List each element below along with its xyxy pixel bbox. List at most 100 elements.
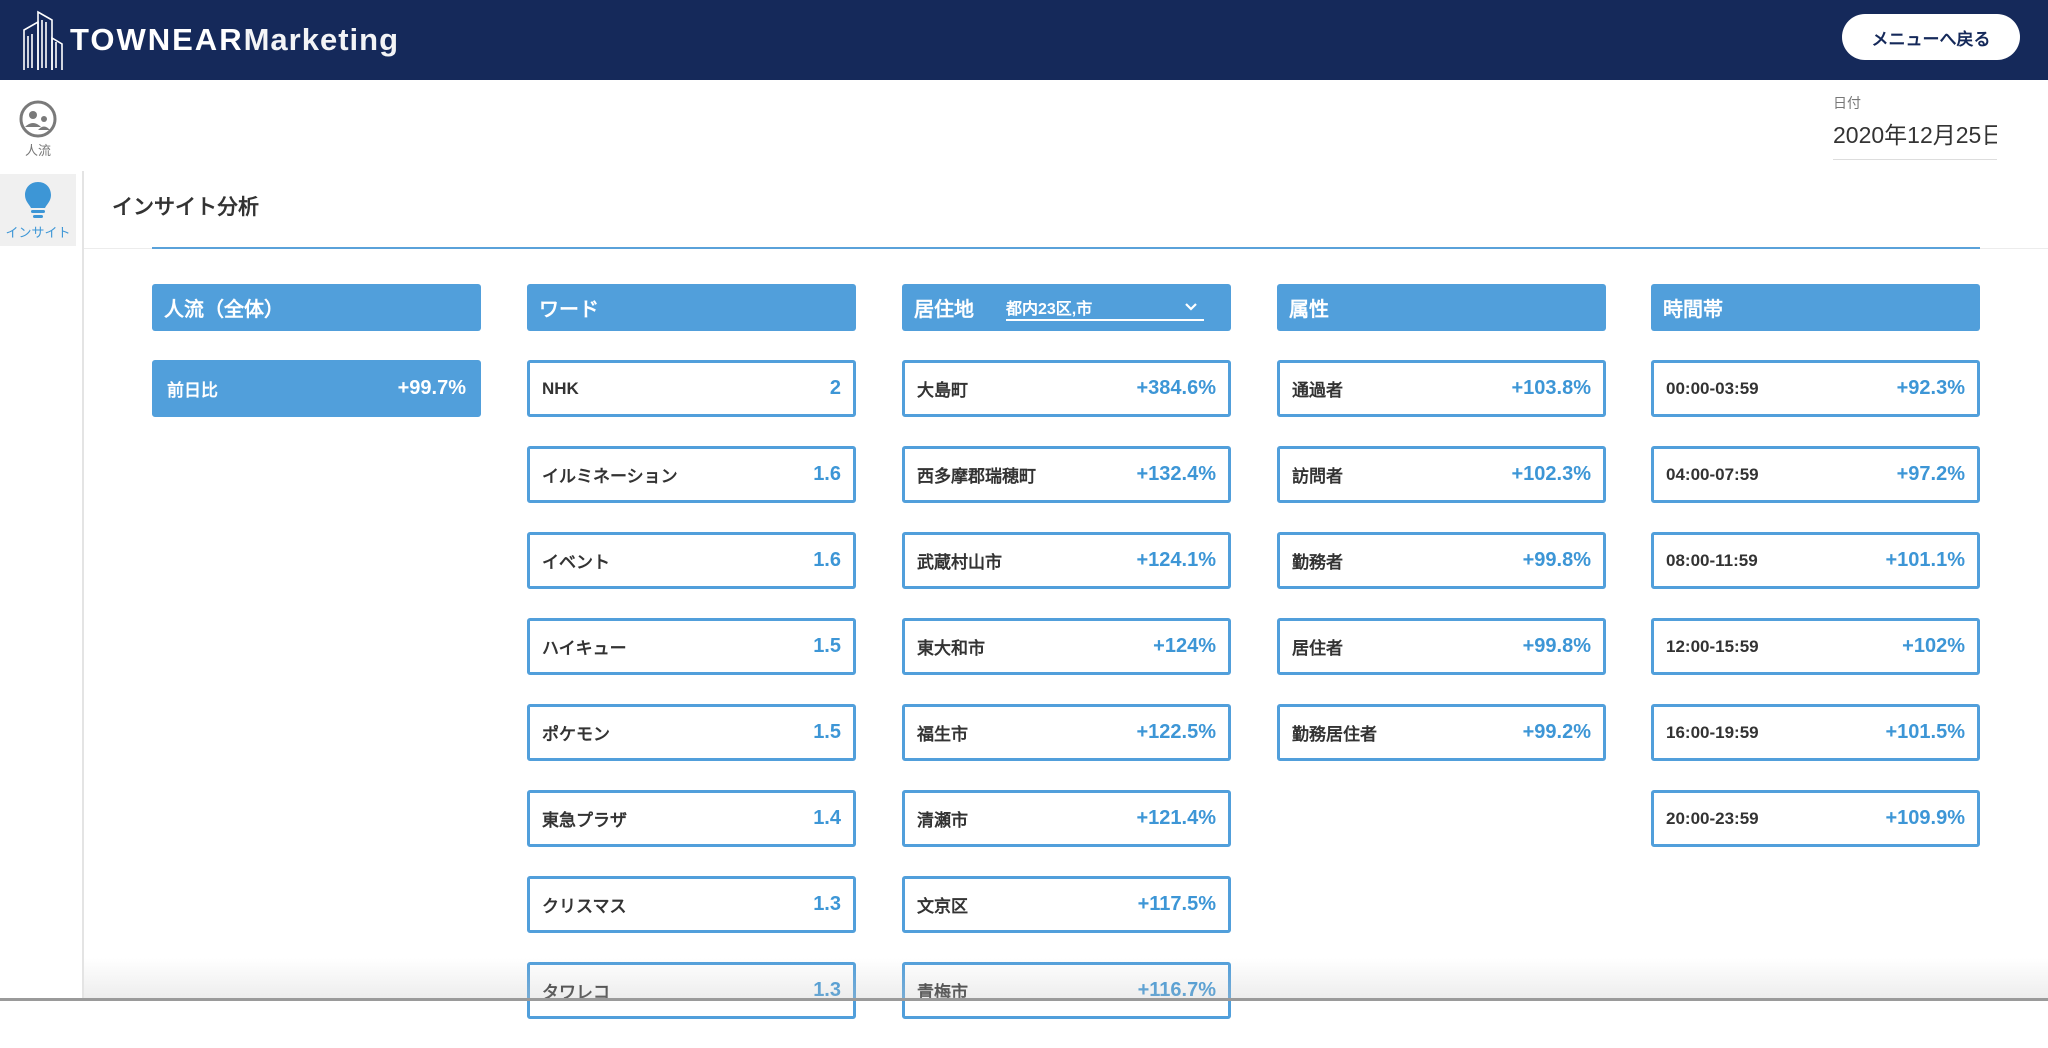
card-name: ポケモン xyxy=(542,725,610,744)
card-value: +132.4% xyxy=(1136,463,1216,485)
column-residence-header: 居住地 都内23区,市 xyxy=(902,284,1231,331)
timeslot-card[interactable]: 16:00-19:59 +101.5% xyxy=(1651,704,1980,761)
residence-card[interactable]: 福生市 +122.5% xyxy=(902,704,1231,761)
residence-card[interactable]: 清瀬市 +121.4% xyxy=(902,790,1231,847)
card-name: 東急プラザ xyxy=(542,811,627,830)
building-logo-icon xyxy=(23,10,63,70)
card-name: 居住者 xyxy=(1292,639,1343,658)
residence-card[interactable]: 東大和市 +124% xyxy=(902,618,1231,675)
column-attributes-list: 通過者 +103.8% 訪問者 +102.3% 勤務者 +99.8% 居住者 +99.8… xyxy=(1277,360,1606,761)
card-name: 西多摩郡瑞穂町 xyxy=(917,467,1036,486)
card-value: +99.2% xyxy=(1522,721,1591,743)
card-value: +92.3% xyxy=(1896,377,1965,399)
word-card[interactable]: イベント 1.6 xyxy=(527,532,856,589)
residence-area-select[interactable]: 都内23区,市 xyxy=(1006,295,1204,321)
attribute-card[interactable]: 勤務居住者 +99.2% xyxy=(1277,704,1606,761)
card-name: 16:00-19:59 xyxy=(1666,722,1759,742)
card-name: 東大和市 xyxy=(917,639,985,658)
attribute-card[interactable]: 居住者 +99.8% xyxy=(1277,618,1606,675)
flow-card-day-over-day[interactable]: 前日比 +99.7% xyxy=(152,360,481,417)
word-card[interactable]: イルミネーション 1.6 xyxy=(527,446,856,503)
card-value: +103.8% xyxy=(1511,377,1591,399)
sidebar-item-insight-label: インサイト xyxy=(5,225,71,240)
residence-card[interactable]: 大島町 +384.6% xyxy=(902,360,1231,417)
column-words-header: ワード xyxy=(527,284,856,331)
logo-wordmark: TOWNEARMarketing xyxy=(70,22,399,58)
card-name: 大島町 xyxy=(917,381,968,400)
card-name: 20:00-23:59 xyxy=(1666,808,1759,828)
sidebar-item-insight[interactable]: インサイト xyxy=(0,174,76,246)
card-value: 1.5 xyxy=(813,635,841,657)
column-timeslots: 時間帯 00:00-03:59 +92.3% 04:00-07:59 +97.2% … xyxy=(1651,284,1980,876)
column-flow-header: 人流（全体） xyxy=(152,284,481,331)
sidebar-item-flow[interactable]: 人流 xyxy=(0,100,76,162)
card-value: 1.6 xyxy=(813,549,841,571)
card-name: 00:00-03:59 xyxy=(1666,378,1759,398)
sidebar-divider xyxy=(82,171,84,1001)
card-name: ハイキュー xyxy=(542,639,627,658)
residence-card[interactable]: 青梅市 +116.7% xyxy=(902,962,1231,1019)
title-divider xyxy=(152,247,1980,249)
word-card[interactable]: NHK 2 xyxy=(527,360,856,417)
residence-card[interactable]: 西多摩郡瑞穂町 +132.4% xyxy=(902,446,1231,503)
date-label: 日付 xyxy=(1833,95,1861,111)
card-name: 武蔵村山市 xyxy=(917,553,1002,572)
card-value: +117.5% xyxy=(1137,893,1216,915)
timeslot-card[interactable]: 12:00-15:59 +102% xyxy=(1651,618,1980,675)
card-name: 前日比 xyxy=(167,381,218,400)
card-name: イルミネーション xyxy=(542,467,678,486)
column-timeslots-list: 00:00-03:59 +92.3% 04:00-07:59 +97.2% 08:0… xyxy=(1651,360,1980,847)
column-flow-list: 前日比 +99.7% xyxy=(152,360,481,417)
word-card[interactable]: ハイキュー 1.5 xyxy=(527,618,856,675)
logo-wordmark-sub: Marketing xyxy=(243,22,400,57)
column-flow: 人流（全体） 前日比 +99.7% xyxy=(152,284,481,446)
card-value: +384.6% xyxy=(1136,377,1216,399)
card-name: NHK xyxy=(542,378,579,398)
card-name: クリスマス xyxy=(542,897,627,916)
attribute-card[interactable]: 通過者 +103.8% xyxy=(1277,360,1606,417)
card-value: +124% xyxy=(1153,635,1216,657)
card-value: +121.4% xyxy=(1136,807,1216,829)
back-to-menu-button[interactable]: メニューへ戻る xyxy=(1842,14,2020,60)
card-value: 1.6 xyxy=(813,463,841,485)
attribute-card[interactable]: 勤務者 +99.8% xyxy=(1277,532,1606,589)
person-group-icon xyxy=(19,100,57,138)
residence-card[interactable]: 文京区 +117.5% xyxy=(902,876,1231,933)
column-words-list: NHK 2 イルミネーション 1.6 イベント 1.6 ハイキュー 1.5 ポケモン 1.… xyxy=(527,360,856,1019)
attribute-card[interactable]: 訪問者 +102.3% xyxy=(1277,446,1606,503)
card-value: +99.7% xyxy=(397,377,466,399)
card-name: 通過者 xyxy=(1292,381,1343,400)
column-residence-title: 居住地 xyxy=(914,299,974,321)
date-input[interactable]: 2020年12月25日 xyxy=(1833,116,1997,160)
sidebar-item-flow-label: 人流 xyxy=(24,143,51,158)
card-value: 1.4 xyxy=(813,807,841,829)
card-value: +97.2% xyxy=(1896,463,1965,485)
word-card[interactable]: クリスマス 1.3 xyxy=(527,876,856,933)
card-name: 勤務者 xyxy=(1292,553,1343,572)
card-value: +99.8% xyxy=(1522,635,1591,657)
timeslot-card[interactable]: 04:00-07:59 +97.2% xyxy=(1651,446,1980,503)
top-header: TOWNEARMarketing メニューへ戻る xyxy=(0,0,2048,80)
card-name: 文京区 xyxy=(917,897,968,916)
card-name: 訪問者 xyxy=(1292,467,1343,486)
residence-area-select-value: 都内23区,市 xyxy=(1006,300,1093,318)
card-value: 1.3 xyxy=(813,893,841,915)
word-card[interactable]: 東急プラザ 1.4 xyxy=(527,790,856,847)
residence-card[interactable]: 武蔵村山市 +124.1% xyxy=(902,532,1231,589)
word-card[interactable]: タワレコ 1.3 xyxy=(527,962,856,1019)
timeslot-card[interactable]: 20:00-23:59 +109.9% xyxy=(1651,790,1980,847)
card-name: 清瀬市 xyxy=(917,811,968,830)
logo-wordmark-main: TOWNEAR xyxy=(70,22,244,57)
card-name: 福生市 xyxy=(917,725,968,744)
column-attributes-header: 属性 xyxy=(1277,284,1606,331)
column-words: ワード NHK 2 イルミネーション 1.6 イベント 1.6 ハイキュー 1.5 ポケ… xyxy=(527,284,856,1048)
card-value: +102.3% xyxy=(1511,463,1591,485)
column-attributes: 属性 通過者 +103.8% 訪問者 +102.3% 勤務者 +99.8% 居住者 +9… xyxy=(1277,284,1606,790)
lightbulb-icon xyxy=(25,182,51,218)
townear-logo[interactable]: TOWNEARMarketing xyxy=(18,6,399,74)
word-card[interactable]: ポケモン 1.5 xyxy=(527,704,856,761)
timeslot-card[interactable]: 08:00-11:59 +101.1% xyxy=(1651,532,1980,589)
card-value: +99.8% xyxy=(1522,549,1591,571)
timeslot-card[interactable]: 00:00-03:59 +92.3% xyxy=(1651,360,1980,417)
column-residence-list: 大島町 +384.6% 西多摩郡瑞穂町 +132.4% 武蔵村山市 +124.1% 東… xyxy=(902,360,1231,1019)
